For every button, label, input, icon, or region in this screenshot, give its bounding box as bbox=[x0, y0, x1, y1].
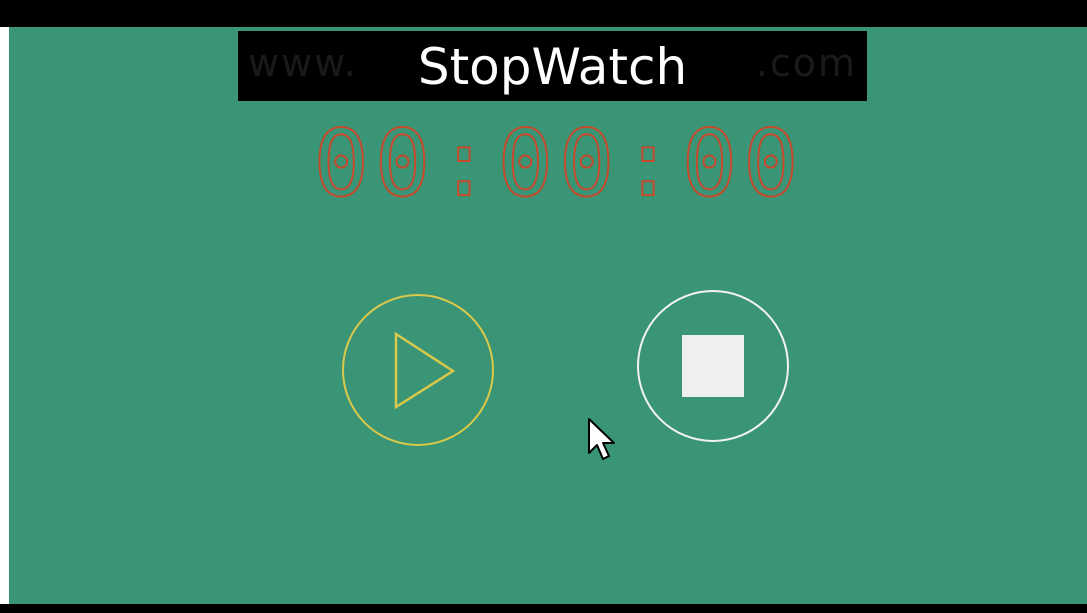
app-title: StopWatch bbox=[417, 38, 688, 96]
title-banner: www. .com StopWatch bbox=[238, 31, 867, 101]
stop-icon bbox=[637, 290, 789, 442]
stop-button[interactable] bbox=[636, 289, 790, 443]
play-button[interactable] bbox=[341, 293, 495, 447]
play-icon bbox=[342, 294, 494, 446]
letterbox-top bbox=[0, 0, 1087, 27]
letterbox-bottom bbox=[0, 604, 1087, 613]
mouse-cursor-icon bbox=[588, 418, 615, 460]
time-display: 00:00:00 bbox=[312, 110, 805, 217]
stopwatch-app: www. .com StopWatch 00:00:00 bbox=[9, 27, 1087, 604]
video-frame: www. .com StopWatch 00:00:00 bbox=[0, 0, 1087, 613]
